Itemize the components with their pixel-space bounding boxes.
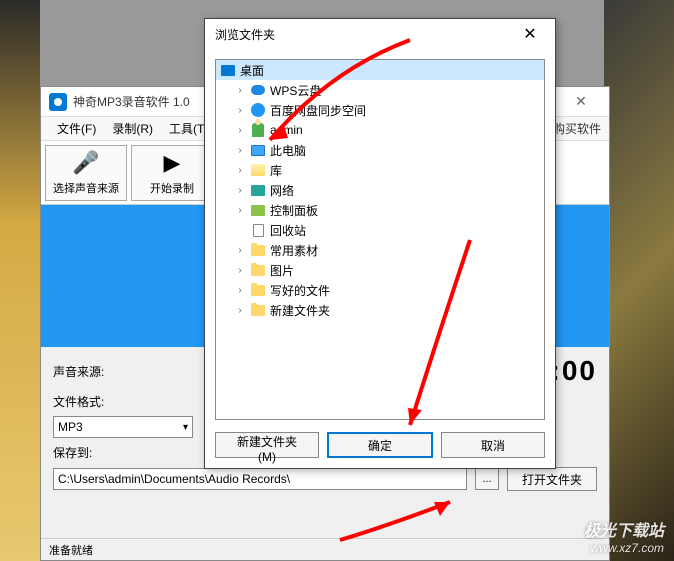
control-panel-icon (251, 205, 265, 216)
tree-item-label: 写好的文件 (270, 282, 330, 299)
status-text: 准备就绪 (49, 542, 93, 558)
select-source-button[interactable]: 🎤 选择声音来源 (45, 145, 127, 201)
tree-item-controlpanel[interactable]: › 控制面板 (216, 200, 544, 220)
watermark-line2: www.xz7.com (584, 541, 664, 555)
select-source-label: 选择声音来源 (53, 180, 119, 196)
tree-item-label: 回收站 (270, 222, 306, 239)
expander-icon[interactable]: › (234, 205, 246, 216)
source-label: 声音来源: (53, 363, 111, 380)
user-icon (252, 123, 264, 137)
expander-icon[interactable]: › (234, 165, 246, 176)
tree-item-folder[interactable]: › 常用素材 (216, 240, 544, 260)
cloud-icon (251, 85, 265, 95)
tree-item-label: admin (270, 123, 303, 137)
tree-item-baidu[interactable]: › 百度网盘同步空间 (216, 100, 544, 120)
folder-icon (251, 305, 265, 316)
folder-tree[interactable]: 桌面 › WPS云盘 › 百度网盘同步空间 › admin › 此电脑 (215, 59, 545, 420)
expander-icon[interactable]: › (234, 285, 246, 296)
expander-icon[interactable]: › (234, 85, 246, 96)
tree-item-label: 库 (270, 162, 282, 179)
tree-item-folder[interactable]: › 写好的文件 (216, 280, 544, 300)
tree-item-network[interactable]: › 网络 (216, 180, 544, 200)
recycle-bin-icon (253, 224, 264, 237)
expander-icon[interactable] (234, 225, 246, 236)
tree-item-admin[interactable]: › admin (216, 120, 544, 140)
dialog-title: 浏览文件夹 (215, 26, 515, 43)
folder-icon (251, 265, 265, 276)
network-icon (251, 185, 265, 196)
tree-item-label: 新建文件夹 (270, 302, 330, 319)
tree-item-folder[interactable]: › 新建文件夹 (216, 300, 544, 320)
dialog-buttons: 新建文件夹(M) 确定 取消 (215, 432, 545, 458)
close-button[interactable]: ✕ (561, 88, 601, 116)
folder-icon (251, 245, 265, 256)
computer-icon (251, 145, 265, 156)
app-logo-icon (49, 93, 67, 111)
microphone-icon: 🎤 (72, 150, 99, 176)
format-value: MP3 (58, 420, 83, 434)
expander-icon[interactable]: › (234, 245, 246, 256)
time-display: :00 (551, 355, 597, 387)
menu-file[interactable]: 文件(F) (49, 120, 104, 137)
ok-button[interactable]: 确定 (327, 432, 433, 458)
background-left (0, 0, 40, 561)
tree-item-label: 控制面板 (270, 202, 318, 219)
tree-item-label: 百度网盘同步空间 (270, 102, 366, 119)
watermark-line1: 极光下载站 (584, 517, 664, 541)
expander-icon[interactable]: › (234, 105, 246, 116)
folder-icon (251, 285, 265, 296)
menu-record[interactable]: 录制(R) (104, 120, 161, 137)
tree-root-desktop[interactable]: 桌面 (216, 60, 544, 80)
statusbar: 准备就绪 (41, 538, 609, 560)
tree-item-folder[interactable]: › 图片 (216, 260, 544, 280)
new-folder-button[interactable]: 新建文件夹(M) (215, 432, 319, 458)
tree-root-label: 桌面 (240, 62, 264, 79)
dialog-body: 桌面 › WPS云盘 › 百度网盘同步空间 › admin › 此电脑 (205, 49, 555, 468)
expander-icon[interactable]: › (234, 305, 246, 316)
format-select[interactable]: MP3 (53, 416, 193, 438)
expander-icon[interactable]: › (234, 125, 246, 136)
library-icon (251, 164, 265, 176)
dialog-titlebar: 浏览文件夹 ✕ (205, 19, 555, 49)
expander-icon[interactable]: › (234, 185, 246, 196)
baidu-icon (251, 103, 265, 117)
tree-item-label: 常用素材 (270, 242, 318, 259)
dialog-close-button[interactable]: ✕ (515, 21, 545, 47)
tree-item-recycle[interactable]: 回收站 (216, 220, 544, 240)
tree-item-wps[interactable]: › WPS云盘 (216, 80, 544, 100)
play-icon: ▶ (164, 150, 181, 176)
expander-icon[interactable]: › (234, 265, 246, 276)
tree-item-pc[interactable]: › 此电脑 (216, 140, 544, 160)
buy-label: 购买软件 (553, 120, 601, 137)
save-to-label: 保存到: (53, 444, 111, 461)
browse-button[interactable]: ... (475, 468, 499, 490)
open-folder-button[interactable]: 打开文件夹 (507, 467, 597, 491)
watermark: 极光下载站 www.xz7.com (584, 517, 664, 555)
format-label: 文件格式: (53, 393, 111, 410)
tree-item-label: WPS云盘 (270, 82, 321, 99)
tree-item-label: 图片 (270, 262, 294, 279)
tree-item-label: 此电脑 (270, 142, 306, 159)
tree-item-library[interactable]: › 库 (216, 160, 544, 180)
save-path-input[interactable] (53, 468, 467, 490)
desktop-icon (221, 65, 235, 76)
browse-folder-dialog: 浏览文件夹 ✕ 桌面 › WPS云盘 › 百度网盘同步空间 › admin (204, 18, 556, 469)
start-record-label: 开始录制 (150, 180, 194, 196)
tree-item-label: 网络 (270, 182, 294, 199)
expander-icon[interactable]: › (234, 145, 246, 156)
cancel-button[interactable]: 取消 (441, 432, 545, 458)
background-right (604, 0, 674, 561)
start-record-button[interactable]: ▶ 开始录制 (131, 145, 213, 201)
